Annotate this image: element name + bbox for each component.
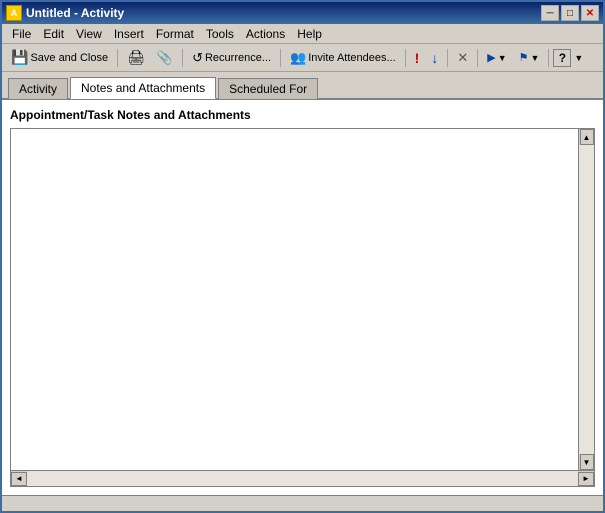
separator-1 [117,49,118,67]
title-bar-left: A Untitled - Activity [6,5,124,21]
scrollbar-vertical[interactable]: ▲ ▼ [578,129,594,470]
x-icon: ✕ [457,50,468,66]
invite-icon: 👥 [290,50,306,66]
scroll-track-horizontal[interactable] [27,471,578,486]
separator-2 [182,49,183,67]
separator-4 [405,49,406,67]
attach-button[interactable]: 📎 [152,47,178,69]
separator-5 [447,49,448,67]
title-bar-buttons: ─ □ ✕ [541,5,599,21]
title-bar: A Untitled - Activity ─ □ ✕ [2,2,603,24]
help-button[interactable]: ? [553,49,571,67]
follow-up-button[interactable]: ⚑ ▼ [514,47,545,69]
save-and-close-label: Save and Close [30,52,108,64]
menu-tools[interactable]: Tools [200,26,240,42]
attach-icon: 📎 [157,50,173,66]
close-button[interactable]: ✕ [581,5,599,21]
app-icon: A [6,5,22,21]
delete-button[interactable]: ✕ [452,47,473,69]
exclamation-icon: ! [415,50,420,66]
save-icon: 💾 [11,49,28,66]
scroll-left-button[interactable]: ◄ [11,472,27,486]
dropdown-arrow-1: ▼ [498,53,507,63]
tab-notes-and-attachments[interactable]: Notes and Attachments [70,77,216,99]
recurrence-icon: ↺ [192,50,203,66]
arrow-down-icon: ↓ [431,50,438,66]
scroll-up-button[interactable]: ▲ [580,129,594,145]
separator-7 [548,49,549,67]
menu-help[interactable]: Help [291,26,328,42]
tab-scheduled-for[interactable]: Scheduled For [218,78,318,99]
save-and-close-button[interactable]: 💾 Save and Close [6,47,113,69]
maximize-button[interactable]: □ [561,5,579,21]
print-icon: 🖨 [127,49,145,66]
importance-low-button[interactable]: ↓ [426,47,443,69]
scroll-track-vertical[interactable] [579,145,594,454]
invite-attendees-label: Invite Attendees... [308,52,395,64]
menu-actions[interactable]: Actions [240,26,291,42]
menu-edit[interactable]: Edit [37,26,70,42]
main-window: A Untitled - Activity ─ □ ✕ File Edit Vi… [0,0,605,513]
menu-insert[interactable]: Insert [108,26,150,42]
importance-high-button[interactable]: ! [410,47,425,69]
categorize-icon: ▶ [487,51,495,64]
invite-attendees-button[interactable]: 👥 Invite Attendees... [285,47,401,69]
scrollbar-horizontal[interactable]: ◄ ► [10,471,595,487]
separator-6 [477,49,478,67]
section-title: Appointment/Task Notes and Attachments [10,108,595,122]
categorize-button[interactable]: ▶ ▼ [482,47,511,69]
menu-view[interactable]: View [70,26,108,42]
minimize-button[interactable]: ─ [541,5,559,21]
scroll-right-button[interactable]: ► [578,472,594,486]
flag-icon: ⚑ [519,51,529,64]
recurrence-button[interactable]: ↺ Recurrence... [187,47,276,69]
status-bar [2,495,603,511]
menu-file[interactable]: File [6,26,37,42]
window-title: Untitled - Activity [26,6,124,20]
toolbar: 💾 Save and Close 🖨 📎 ↺ Recurrence... 👥 I… [2,44,603,72]
dropdown-arrow-help: ▼ [574,53,583,63]
scroll-down-button[interactable]: ▼ [580,454,594,470]
separator-3 [280,49,281,67]
menu-bar: File Edit View Insert Format Tools Actio… [2,24,603,44]
menu-format[interactable]: Format [150,26,200,42]
print-button[interactable]: 🖨 [122,47,150,69]
content-area: Appointment/Task Notes and Attachments ▲… [2,100,603,495]
notes-text-area[interactable] [11,129,578,470]
tab-bar: Activity Notes and Attachments Scheduled… [2,72,603,100]
tab-activity[interactable]: Activity [8,78,68,99]
recurrence-label: Recurrence... [205,52,271,64]
dropdown-arrow-2: ▼ [531,53,540,63]
